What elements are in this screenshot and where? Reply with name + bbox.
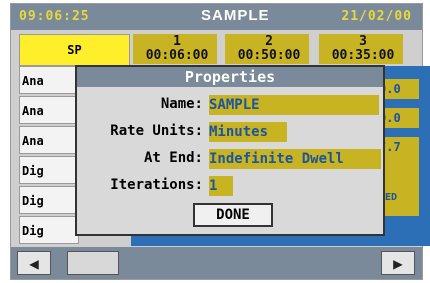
at-end-label: At End: bbox=[143, 150, 203, 166]
dialog-title: Properties bbox=[77, 67, 383, 87]
scroll-right-button[interactable]: ▶ bbox=[381, 251, 415, 275]
iterations-field[interactable]: 1 bbox=[209, 176, 233, 196]
bottom-toolbar: ◀ ▶ bbox=[11, 247, 422, 279]
row-label-digital-2[interactable]: Dig bbox=[19, 186, 79, 214]
clock-date: 21/02/00 bbox=[341, 9, 412, 24]
iterations-label: Iterations: bbox=[110, 177, 203, 193]
at-end-field[interactable]: Indefinite Dwell bbox=[209, 149, 381, 169]
scroll-left-button[interactable]: ◀ bbox=[17, 251, 51, 275]
toolbar-blank-button[interactable] bbox=[67, 251, 119, 275]
properties-dialog: Properties Name: SAMPLE Rate Units: Minu… bbox=[75, 65, 385, 236]
row-label-digital-3[interactable]: Dig bbox=[19, 216, 79, 244]
program-title: SAMPLE bbox=[201, 7, 270, 24]
rate-units-label: Rate Units: bbox=[110, 123, 203, 139]
arrow-right-icon: ▶ bbox=[393, 253, 403, 273]
title-bar: 09:06:25 SAMPLE 21/02/00 bbox=[11, 4, 422, 30]
name-field[interactable]: SAMPLE bbox=[209, 95, 379, 115]
sp-header-cell[interactable]: SP bbox=[19, 34, 130, 66]
segment-2-header[interactable]: 2 00:50:00 bbox=[223, 34, 315, 64]
cell-value: ED bbox=[385, 192, 398, 203]
program-editor-window: 09:06:25 SAMPLE 21/02/00 SP 1 00:06:00 20… bbox=[10, 3, 430, 280]
row-label-analog-3[interactable]: Ana bbox=[19, 126, 79, 154]
segment-3-header[interactable]: 3 00:35:00 bbox=[317, 34, 409, 64]
segment-1-header[interactable]: 1 00:06:00 bbox=[131, 34, 223, 64]
row-label-analog-1[interactable]: Ana bbox=[19, 66, 79, 94]
clock-time: 09:06:25 bbox=[19, 9, 90, 24]
arrow-left-icon: ◀ bbox=[29, 253, 39, 273]
name-label: Name: bbox=[160, 96, 203, 112]
row-label-analog-2[interactable]: Ana bbox=[19, 96, 79, 124]
done-button[interactable]: DONE bbox=[193, 203, 273, 227]
row-label-digital-1[interactable]: Dig bbox=[19, 156, 79, 184]
rate-units-field[interactable]: Minutes bbox=[209, 122, 287, 142]
